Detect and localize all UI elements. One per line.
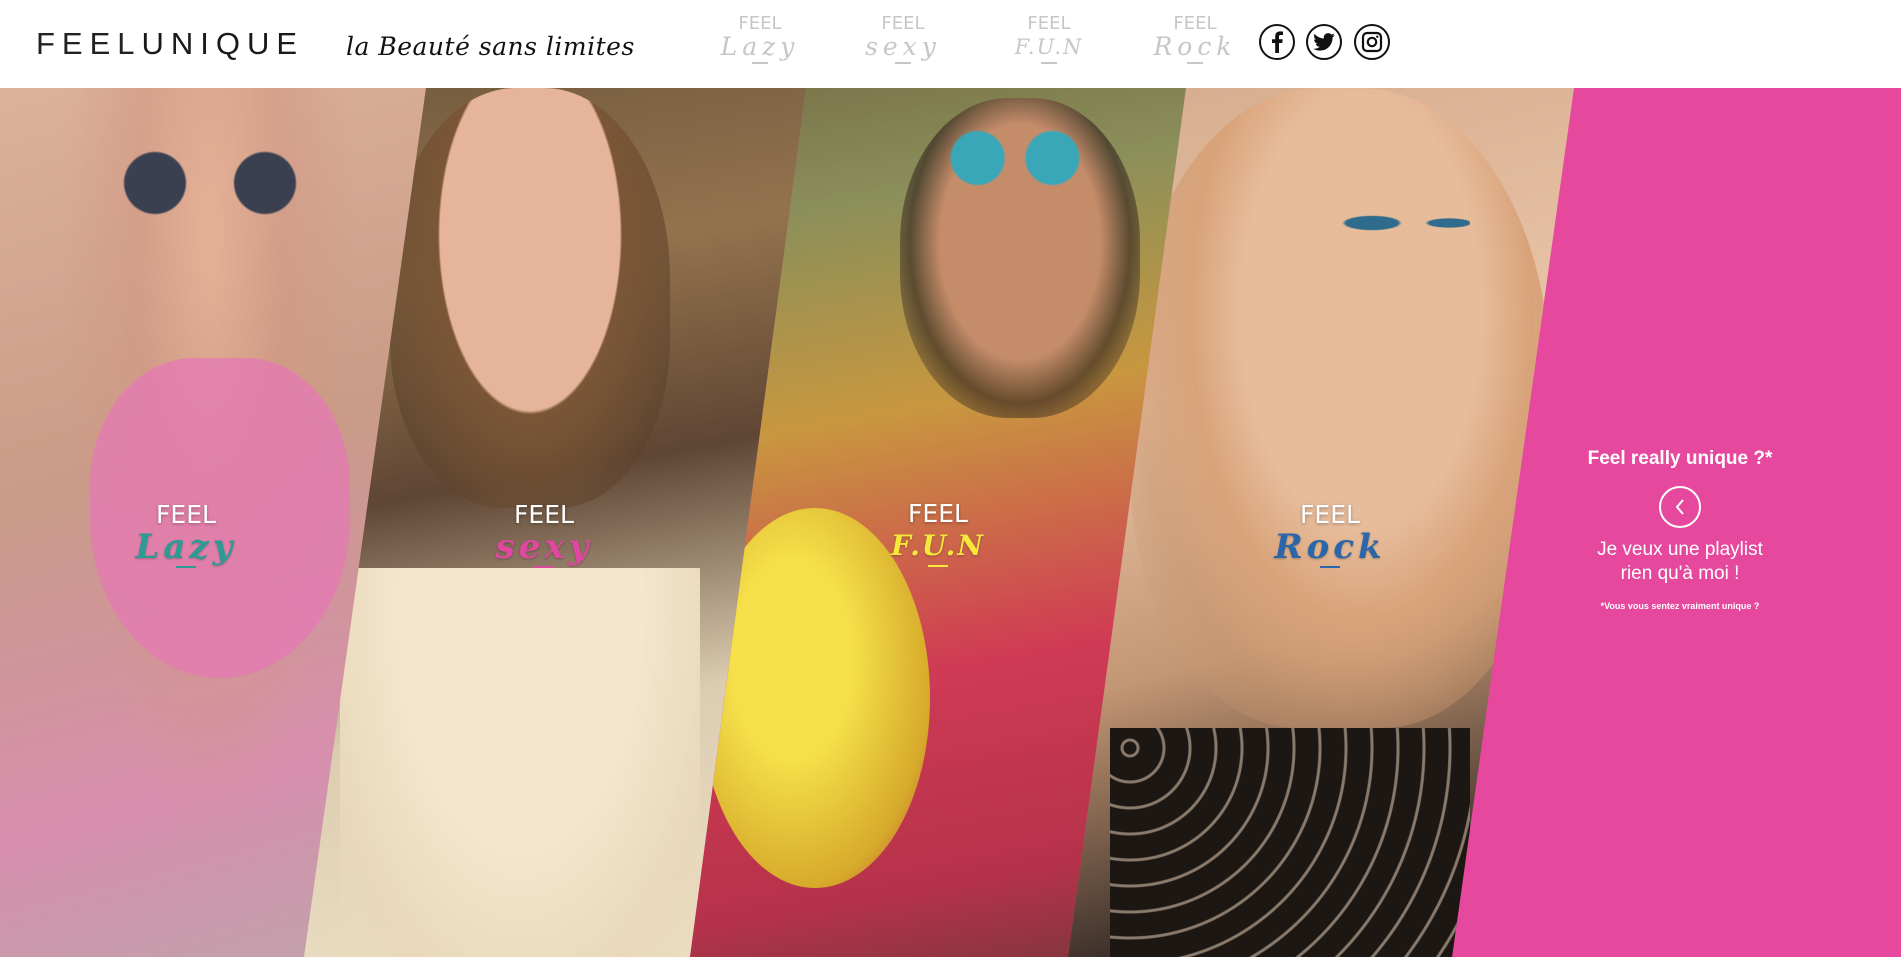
instagram-link[interactable]	[1354, 24, 1390, 60]
custom-playlist-cta: Feel really unique ?* Je veux une playli…	[1578, 448, 1782, 612]
nav-underline	[1187, 62, 1203, 64]
brand-logo-unique: UNIQUE	[141, 26, 305, 61]
brand-logo[interactable]: FEELUNIQUE	[36, 28, 304, 59]
sunglasses-shape	[930, 128, 1100, 188]
playlist-back-button[interactable]	[1659, 486, 1701, 528]
facebook-icon	[1272, 31, 1283, 53]
nav-underline	[752, 62, 768, 64]
cta-footnote: *Vous vous sentez vraiment unique ?	[1600, 601, 1760, 611]
nav-feel-lazy[interactable]: FEEL Lazy	[710, 14, 810, 64]
nav-underline	[1041, 62, 1057, 64]
cta-question: Feel really unique ?*	[1587, 448, 1773, 469]
instagram-icon	[1361, 31, 1383, 53]
cta-message-line1: Je veux une playlist	[1597, 539, 1763, 560]
eyeshadow-shape	[1330, 198, 1470, 248]
ruffle-top-shape	[340, 568, 700, 957]
panel-mood-text: Rock	[1274, 527, 1386, 567]
nav-feel-label: FEEL	[1027, 13, 1071, 34]
panel-feel-text: FEEL	[514, 500, 574, 529]
nav-mood-label: sexy	[865, 32, 941, 61]
panel-underline	[928, 565, 948, 567]
panel-feel-text: FEEL	[1300, 500, 1360, 529]
panel-label-lazy: FEEL Lazy	[86, 501, 286, 568]
nav-feel-label: FEEL	[881, 13, 925, 34]
nav-feel-label: FEEL	[1173, 13, 1217, 34]
nav-mood-label: F.U.N	[1014, 35, 1084, 59]
cta-message-link[interactable]: Je veux une playlist rien qu'à moi !	[1578, 538, 1782, 586]
cta-message-line2: rien qu'à moi !	[1620, 563, 1740, 584]
brand-tagline: la Beauté sans limites	[346, 32, 635, 61]
nav-feel-fun[interactable]: FEEL F.U.N	[999, 14, 1099, 64]
model-photo-sexy	[390, 88, 670, 508]
nav-mood-label: Rock	[1153, 32, 1237, 61]
facebook-link[interactable]	[1259, 24, 1295, 60]
studded-vest-shape	[1110, 728, 1470, 957]
model-photo-rock	[1130, 88, 1550, 728]
brand-logo-feel: FEEL	[36, 26, 142, 61]
nav-mood-label: Lazy	[720, 32, 800, 61]
panel-label-fun: FEEL F.U.N	[838, 500, 1038, 567]
panel-feel-text: FEEL	[908, 499, 968, 528]
site-header: FEELUNIQUE la Beauté sans limites FEEL L…	[0, 0, 1901, 88]
nav-underline	[895, 62, 911, 64]
panel-mood-text: sexy	[495, 527, 593, 567]
panel-label-sexy: FEEL sexy	[444, 501, 644, 568]
panel-label-rock: FEEL Rock	[1230, 501, 1430, 568]
chevron-left-icon	[1675, 499, 1684, 515]
sunglasses-shape	[100, 148, 320, 218]
panel-feel-text: FEEL	[156, 500, 216, 529]
panel-mood-text: Lazy	[135, 527, 237, 567]
nav-feel-rock[interactable]: FEEL Rock	[1145, 14, 1245, 64]
twitter-link[interactable]	[1306, 24, 1342, 60]
twitter-icon	[1313, 33, 1335, 51]
panel-mood-text: F.U.N	[891, 529, 985, 562]
nav-feel-label: FEEL	[738, 13, 782, 34]
nav-feel-sexy[interactable]: FEEL sexy	[853, 14, 953, 64]
